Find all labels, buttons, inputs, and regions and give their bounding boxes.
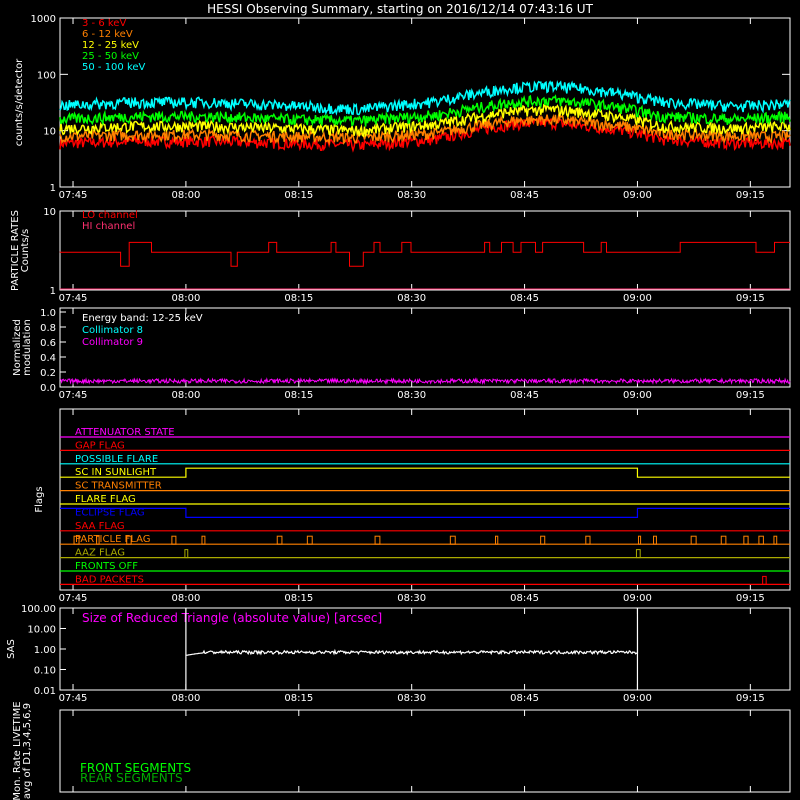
sas-xtick-label: 08:30 [397,693,426,704]
particle-legend-lo: LO channel [82,210,138,221]
sas-legend-title: Size of Reduced Triangle (absolute value… [82,611,382,625]
particle-xtick-label: 09:00 [623,293,652,304]
modulation-xtick-label: 07:45 [59,390,88,401]
flags-xtick-label: 08:15 [284,593,313,604]
livetime-legend-rear: REAR SEGMENTS [80,771,183,785]
flag-label: ATTENUATOR STATE [75,427,175,438]
modulation-ytick-label: 0.0 [40,383,56,394]
modulation-legend-title: Energy band: 12-25 keV [82,313,203,324]
sas-xtick-label: 08:45 [510,693,539,704]
flag-label: AAZ FLAG [75,548,125,559]
particle-xtick-label: 08:45 [510,293,539,304]
sas-ytick-label: 1.00 [34,645,56,656]
modulation-ytick-label: 0.8 [40,323,56,334]
flags-xtick-label: 08:45 [510,593,539,604]
sas-ytick-label: 10.00 [27,625,56,636]
modulation-xtick-label: 09:15 [736,390,765,401]
sas-ylabel: SAS [6,639,17,659]
counts-ylabel: counts/s/detector [14,58,25,146]
modulation-ytick-label: 0.2 [40,368,56,379]
flags-xtick-label: 09:00 [623,593,652,604]
sas-xtick-label: 07:45 [59,693,88,704]
counts-xtick-label: 08:30 [397,190,426,201]
flags-xtick-label: 08:30 [397,593,426,604]
counts-legend-entry: 50 - 100 keV [82,62,146,73]
particle-legend-hi: HI channel [82,221,135,232]
particle-xtick-label: 08:15 [284,293,313,304]
counts-xtick-label: 09:00 [623,190,652,201]
sas-xtick-label: 08:00 [171,693,200,704]
sas-xtick-label: 08:15 [284,693,313,704]
flag-label: GAP FLAG [75,440,125,451]
counts-xtick-label: 08:45 [510,190,539,201]
modulation-ytick-label: 1.0 [40,308,56,319]
counts-legend-entry: 3 - 6 keV [82,18,126,29]
counts-ytick-label: 100 [37,70,56,81]
particle-ylabel2: Counts/s [20,229,31,273]
sas-xtick-label: 09:00 [623,693,652,704]
chart-title: HESSI Observing Summary, starting on 201… [207,2,593,16]
counts-ytick-label: 1000 [31,14,56,25]
flag-label: ECLIPSE FLAG [75,507,145,518]
flag-label: SC TRANSMITTER [75,481,162,492]
flags-xtick-label: 08:00 [171,593,200,604]
counts-legend-entry: 25 - 50 keV [82,51,139,62]
observing-summary-figure: HESSI Observing Summary, starting on 201… [0,0,800,800]
flags-xtick-label: 09:15 [736,593,765,604]
modulation-xtick-label: 08:15 [284,390,313,401]
flag-label: FRONTS OFF [75,561,138,572]
flags-xtick-label: 07:45 [59,593,88,604]
particle-xtick-label: 09:15 [736,293,765,304]
counts-xtick-label: 08:00 [171,190,200,201]
livetime-ylabel2: avg of D1,3,4,5,6,9 [22,703,33,799]
sas-ytick-label: 100.00 [21,604,56,615]
flags-ylabel: Flags [34,486,45,512]
modulation-legend-c9: Collimator 9 [82,337,143,348]
counts-xtick-label: 07:45 [59,190,88,201]
counts-ytick-label: 1 [50,183,56,194]
counts-ytick-label: 10 [43,127,56,138]
counts-legend-entry: 12 - 25 keV [82,40,139,51]
counts-xtick-label: 09:15 [736,190,765,201]
flag-label: SAA FLAG [75,521,125,532]
counts-legend-entry: 6 - 12 keV [82,29,133,40]
particle-xtick-label: 08:00 [171,293,200,304]
sas-xtick-label: 09:15 [736,693,765,704]
flag-label: POSSIBLE FLARE [75,454,158,465]
flag-label: FLARE FLAG [75,494,136,505]
modulation-ytick-label: 0.4 [40,353,56,364]
modulation-ytick-label: 0.6 [40,338,56,349]
flag-label: PARTICLE FLAG [75,534,151,545]
modulation-xtick-label: 08:45 [510,390,539,401]
counts-xtick-label: 08:15 [284,190,313,201]
modulation-xtick-label: 08:30 [397,390,426,401]
flag-label: BAD PACKETS [75,574,144,585]
particle-ytick-label: 10 [43,207,56,218]
particle-ytick-label: 1 [50,286,56,297]
flag-label: SC IN SUNLIGHT [75,467,157,478]
particle-xtick-label: 07:45 [59,293,88,304]
modulation-xtick-label: 08:00 [171,390,200,401]
sas-ytick-label: 0.01 [34,686,56,697]
modulation-ylabel2: modulation [22,319,33,376]
modulation-xtick-label: 09:00 [623,390,652,401]
modulation-legend-c8: Collimator 8 [82,325,143,336]
sas-ytick-label: 0.10 [34,666,56,677]
particle-xtick-label: 08:30 [397,293,426,304]
